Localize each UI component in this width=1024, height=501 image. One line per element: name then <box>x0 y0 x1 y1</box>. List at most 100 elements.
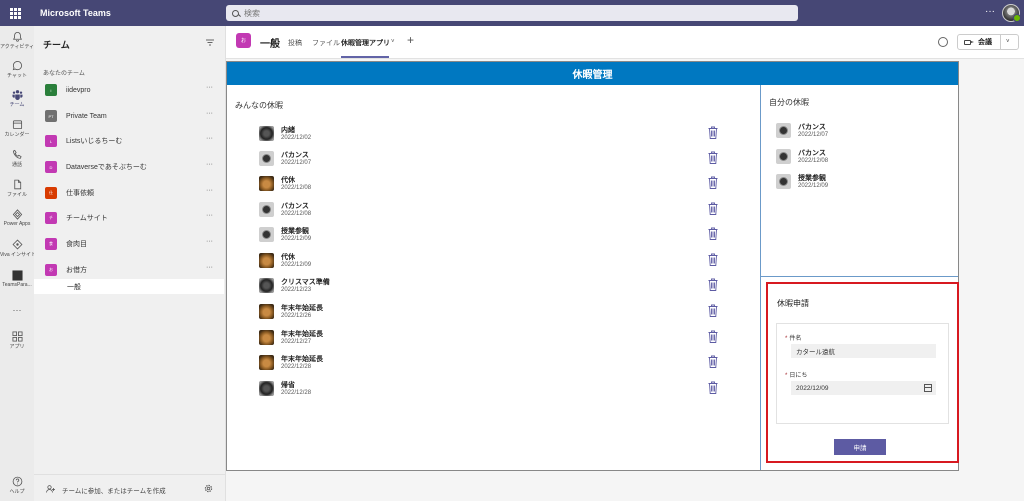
date-picker[interactable]: 2022/12/09 <box>791 381 936 395</box>
team-name: Dataverseであそぶちーむ <box>66 164 147 171</box>
trash-icon[interactable] <box>708 278 718 291</box>
team-item-private-team[interactable]: PT Private Team ··· <box>34 105 225 127</box>
vacation-date: 2022/12/27 <box>281 339 312 345</box>
list-item[interactable]: バカンス 2022/12/08 <box>259 199 719 225</box>
list-item[interactable]: 帰省 2022/12/28 <box>259 378 719 404</box>
rail-item-files[interactable]: ファイル <box>0 179 34 205</box>
join-create-team[interactable]: チームに参加、またはチームを作成 <box>34 474 225 501</box>
team-name: 食肉目 <box>66 241 87 248</box>
tab-vacation-app[interactable]: 休暇管理アプリ <box>341 38 390 48</box>
rail-item-activity[interactable]: アクティビティ <box>0 31 34 57</box>
list-item[interactable]: クリスマス準備 2022/12/23 <box>259 275 719 301</box>
app-launcher-button[interactable] <box>0 0 30 26</box>
vacation-date: 2022/12/08 <box>281 211 312 217</box>
team-more-button[interactable]: ··· <box>206 161 213 168</box>
avatar <box>259 330 274 345</box>
team-more-button[interactable]: ··· <box>206 187 213 194</box>
trash-icon[interactable] <box>708 330 718 343</box>
tab-posts[interactable]: 投稿 <box>288 38 302 48</box>
trash-icon[interactable] <box>708 304 718 317</box>
rail-item-calls[interactable]: 通話 <box>0 149 34 175</box>
team-more-button[interactable]: ··· <box>206 110 213 117</box>
list-item[interactable]: 代休 2022/12/08 <box>259 173 719 199</box>
rail-label: カレンダー <box>4 132 30 138</box>
list-item[interactable]: バカンス 2022/12/07 <box>259 148 719 174</box>
team-name: iidevpro <box>66 86 91 94</box>
avatar <box>259 278 274 293</box>
team-name: Private Team <box>66 112 107 120</box>
more-options-button[interactable]: ··· <box>985 6 995 17</box>
trash-icon[interactable] <box>708 176 718 189</box>
vacation-title: 代休 <box>281 177 295 184</box>
list-item[interactable]: バカンス 2022/12/08 <box>776 146 926 172</box>
rail-item-powerapps[interactable]: Power Apps <box>0 209 34 235</box>
help-icon <box>12 476 22 487</box>
rail-item-teams[interactable]: チーム <box>0 89 34 115</box>
team-more-button[interactable]: ··· <box>206 212 213 219</box>
chevron-down-icon[interactable]: ˅ <box>1006 39 1010 45</box>
search-box[interactable] <box>226 5 798 21</box>
vacation-date: 2022/12/26 <box>281 313 312 319</box>
team-item-okarikata[interactable]: お お借方 ··· <box>34 259 225 281</box>
team-tile: D <box>45 161 57 173</box>
app-title: 休暇管理 <box>572 70 613 81</box>
search-icon <box>232 9 239 17</box>
channel-name: 一般 <box>67 284 81 291</box>
trash-icon[interactable] <box>708 253 718 266</box>
rail-item-viva-insights[interactable]: Viva インサイト <box>0 239 36 265</box>
list-item[interactable]: 授業参観 2022/12/09 <box>776 171 926 197</box>
app-rail: アクティビティ チャット チーム カレンダー 通話 ファイル Power App… <box>0 26 36 501</box>
trash-icon[interactable] <box>708 381 718 394</box>
avatar <box>259 202 274 217</box>
gear-icon[interactable] <box>204 484 213 493</box>
rail-item-more[interactable]: ··· <box>0 304 34 330</box>
team-more-button[interactable]: ··· <box>206 264 213 271</box>
rail-item-help[interactable]: ヘルプ <box>0 476 34 501</box>
team-item-work-request[interactable]: 仕 仕事依頼 ··· <box>34 182 225 204</box>
search-input[interactable] <box>244 8 744 18</box>
list-item[interactable]: 年末年始延長 2022/12/26 <box>259 301 719 327</box>
submit-request-button[interactable]: 申請 <box>834 439 886 455</box>
vacation-title: 内緒 <box>281 127 295 134</box>
vacation-title: バカンス <box>281 203 309 210</box>
vacation-title: バカンス <box>798 150 826 157</box>
list-item[interactable]: 授業参観 2022/12/09 <box>259 224 719 250</box>
team-name: チームサイト <box>66 215 108 222</box>
avatar <box>259 381 274 396</box>
trash-icon[interactable] <box>708 202 718 215</box>
channel-item-general[interactable]: 一般 <box>34 279 224 294</box>
team-item-dataverse[interactable]: D Dataverseであそぶちーむ ··· <box>34 156 225 178</box>
list-item[interactable]: 年末年始延長 2022/12/27 <box>259 327 719 353</box>
rail-item-apps[interactable]: アプリ <box>0 331 34 357</box>
conversation-icon[interactable] <box>938 37 948 47</box>
add-tab-button[interactable]: + <box>407 33 414 47</box>
filter-icon[interactable] <box>206 39 214 46</box>
trash-icon[interactable] <box>708 227 718 240</box>
trash-icon[interactable] <box>708 355 718 368</box>
calendar-icon[interactable] <box>924 384 932 392</box>
list-item[interactable]: バカンス 2022/12/07 <box>776 120 926 146</box>
team-more-button[interactable]: ··· <box>206 84 213 91</box>
team-item-carnivora[interactable]: 食 食肉目 ··· <box>34 233 225 255</box>
chevron-down-icon[interactable]: ˅ <box>391 39 395 45</box>
meet-button[interactable]: 会議 ˅ <box>957 34 1019 50</box>
request-form-card: * 件名 カタール遠航 * 日にち 2022/12/09 <box>776 323 949 424</box>
rail-item-calendar[interactable]: カレンダー <box>0 119 34 145</box>
rail-label: 通話 <box>11 162 22 168</box>
list-item[interactable]: 代休 2022/12/09 <box>259 250 719 276</box>
team-more-button[interactable]: ··· <box>206 135 213 142</box>
user-avatar[interactable] <box>1002 4 1021 22</box>
trash-icon[interactable] <box>708 151 718 164</box>
team-item-team-site[interactable]: チ チームサイト ··· <box>34 207 225 229</box>
list-item[interactable]: 内緒 2022/12/02 <box>259 123 719 149</box>
team-more-button[interactable]: ··· <box>206 238 213 245</box>
rail-item-chat[interactable]: チャット <box>0 60 34 86</box>
rail-item-teamspara[interactable]: TeamsPara... <box>0 270 34 296</box>
team-item-lists[interactable]: L Listsいじるちーむ ··· <box>34 130 225 152</box>
trash-icon[interactable] <box>708 126 718 139</box>
subject-field[interactable]: カタール遠航 <box>791 344 936 358</box>
team-item-iidevpro[interactable]: i iidevpro ··· <box>34 79 225 101</box>
vacation-app: 休暇管理 みんなの休暇 自分の休暇 内緒 2022/12/02 バカンス 202… <box>226 61 959 471</box>
tab-files[interactable]: ファイル <box>312 38 340 48</box>
list-item[interactable]: 年末年始延長 2022/12/28 <box>259 352 719 378</box>
